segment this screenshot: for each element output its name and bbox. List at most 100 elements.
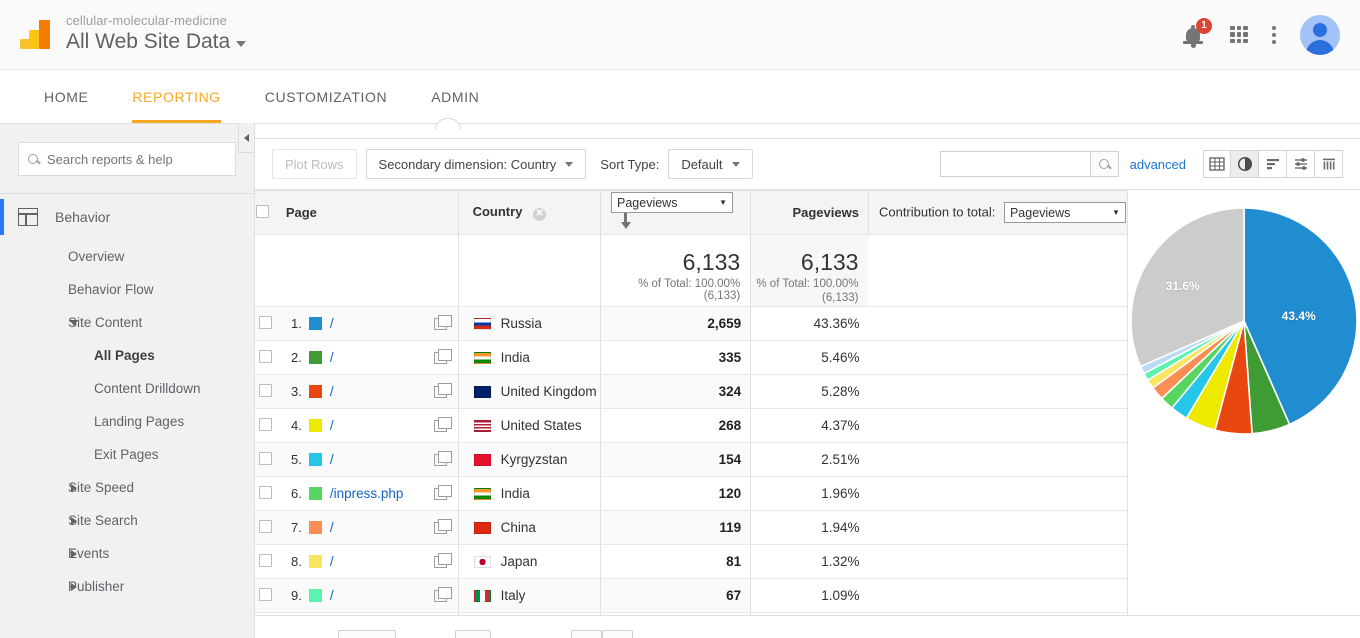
performance-view-icon[interactable] (1259, 150, 1287, 178)
table-row[interactable]: 5. / Kyrgyzstan 154 2.51% (255, 442, 1127, 477)
page-path-link[interactable]: / (330, 384, 334, 399)
sidebar-item-events[interactable]: Events (0, 537, 254, 570)
rows-per-page-control[interactable] (338, 630, 396, 638)
sidebar-item-publisher[interactable]: Publisher (0, 570, 254, 603)
row-checkbox[interactable] (259, 383, 273, 397)
pageviews-column-header[interactable]: Pageviews (750, 190, 869, 235)
google-analytics-logo[interactable] (17, 15, 57, 55)
table-row[interactable]: 2. / India 335 5.46% (255, 340, 1127, 375)
contribution-pie-chart[interactable]: 43.4% 31.6% (1128, 205, 1360, 437)
pie-chart-view-icon[interactable] (1231, 150, 1259, 178)
page-path-link[interactable]: / (330, 554, 334, 569)
country-cell: Kyrgyzstan (457, 442, 601, 477)
row-checkbox[interactable] (259, 519, 273, 533)
sidebar-item-all-pages[interactable]: All Pages (0, 339, 254, 372)
open-in-new-window-icon[interactable] (433, 382, 452, 398)
pageviews-value-cell: 335 (599, 340, 751, 375)
user-avatar-icon[interactable] (1300, 14, 1340, 55)
sidebar-item-content-drilldown[interactable]: Content Drilldown (0, 372, 254, 405)
country-flag-icon (473, 487, 491, 500)
page-cell: 1. / (276, 306, 459, 341)
page-path-link[interactable]: / (330, 520, 334, 535)
row-checkbox[interactable] (259, 417, 273, 431)
open-in-new-window-icon[interactable] (433, 484, 452, 500)
secondary-dimension-button[interactable]: Secondary dimension: Country (365, 149, 587, 179)
sidebar-section-behavior[interactable]: Behavior (0, 194, 254, 240)
table-search-field[interactable] (939, 151, 1119, 177)
row-checkbox[interactable] (259, 349, 273, 363)
page-path-link[interactable]: / (330, 316, 334, 331)
table-row[interactable]: 9. / Italy 67 1.09% (255, 578, 1127, 613)
table-row[interactable]: 8. / Japan 81 1.32% (255, 544, 1127, 579)
sidebar-item-behavior-flow[interactable]: Behavior Flow (0, 273, 254, 306)
advanced-link[interactable]: advanced (1130, 157, 1186, 172)
table-row[interactable]: 7. / China 119 1.94% (255, 510, 1127, 545)
nav-tab-home[interactable]: HOME (22, 70, 110, 123)
open-in-new-window-icon[interactable] (433, 314, 452, 330)
notification-badge: 1 (1196, 17, 1212, 34)
select-all-checkbox[interactable] (256, 204, 269, 218)
table-row[interactable]: 4. / United States 268 4.37% (255, 408, 1127, 443)
nav-tab-reporting[interactable]: REPORTING (110, 70, 242, 123)
pageviews-value-cell: 119 (599, 510, 751, 545)
sort-metric-dropdown[interactable]: Pageviews ▼ (611, 192, 733, 213)
table-search-input[interactable] (939, 151, 1090, 177)
row-checkbox[interactable] (259, 553, 273, 567)
page-column-header[interactable]: Page (276, 190, 459, 235)
comparison-view-icon[interactable] (1287, 150, 1315, 178)
row-checkbox[interactable] (259, 451, 273, 465)
page-path-link[interactable]: / (330, 588, 334, 603)
open-in-new-window-icon[interactable] (433, 518, 452, 534)
row-checkbox[interactable] (259, 485, 273, 499)
sort-type-button[interactable]: Default (668, 149, 753, 179)
kebab-menu-icon[interactable] (1272, 25, 1276, 44)
sidebar-item-overview[interactable]: Overview (0, 240, 254, 273)
sidebar-item-landing-pages[interactable]: Landing Pages (0, 405, 254, 438)
sidebar-item-exit-pages[interactable]: Exit Pages (0, 438, 254, 471)
sidebar-search-box[interactable] (18, 142, 236, 176)
open-in-new-window-icon[interactable] (433, 416, 452, 432)
apps-grid-icon[interactable] (1230, 25, 1248, 44)
prev-page-button[interactable] (571, 630, 602, 638)
contribution-metric-dropdown[interactable]: Pageviews ▼ (1003, 202, 1126, 223)
open-in-new-window-icon[interactable] (433, 348, 452, 364)
collapse-sidebar-icon[interactable] (238, 123, 255, 153)
table-row[interactable]: 1. / Russia 2,659 43.36% (255, 306, 1127, 341)
page-cell: 4. / (276, 408, 459, 443)
row-checkbox[interactable] (259, 315, 273, 329)
sidebar-item-site-search[interactable]: Site Search (0, 504, 254, 537)
open-in-new-window-icon[interactable] (433, 552, 452, 568)
open-in-new-window-icon[interactable] (433, 586, 452, 602)
sidebar-item-site-content[interactable]: Site Content (0, 306, 254, 339)
table-search-button[interactable] (1089, 151, 1119, 177)
row-rank: 7. (290, 520, 302, 535)
country-flag-icon (473, 589, 491, 602)
pie-svg (1130, 207, 1358, 435)
view-selector[interactable]: All Web Site Data (66, 30, 247, 54)
sidebar-item-site-speed[interactable]: Site Speed (0, 471, 254, 504)
page-path-link[interactable]: / (330, 452, 334, 467)
nav-tab-admin[interactable]: ADMIN (409, 70, 501, 123)
notifications-button[interactable]: 1 (1182, 17, 1212, 48)
plot-rows-button[interactable]: Plot Rows (272, 149, 357, 179)
table-row[interactable]: 3. / United Kingdom 324 5.28% (255, 374, 1127, 409)
nav-tab-customization[interactable]: CUSTOMIZATION (243, 70, 409, 123)
page-path-link[interactable]: /inpress.php (330, 486, 404, 501)
country-column-header[interactable]: Country ✕ (457, 190, 601, 235)
next-page-button[interactable] (602, 630, 633, 638)
remove-dimension-icon[interactable]: ✕ (533, 207, 547, 221)
pivot-view-icon[interactable] (1315, 150, 1343, 178)
page-number-control[interactable] (455, 630, 491, 638)
table-row[interactable]: 6. /inpress.php India 120 1.96% (255, 476, 1127, 511)
row-select-cell (255, 510, 277, 545)
totals-pageviews-cell: 6,133 % of Total: 100.00% (6,133) (599, 234, 751, 307)
sort-descending-icon[interactable] (620, 213, 631, 230)
search-reports-input[interactable] (45, 150, 226, 168)
series-color-swatch (308, 453, 322, 466)
page-path-link[interactable]: / (330, 418, 334, 433)
open-in-new-window-icon[interactable] (433, 450, 452, 466)
table-view-icon[interactable] (1203, 150, 1231, 178)
totals-contribution-cell: 6,133 % of Total: 100.00% (6,133) (750, 234, 869, 307)
page-path-link[interactable]: / (330, 350, 334, 365)
row-checkbox[interactable] (259, 587, 273, 601)
